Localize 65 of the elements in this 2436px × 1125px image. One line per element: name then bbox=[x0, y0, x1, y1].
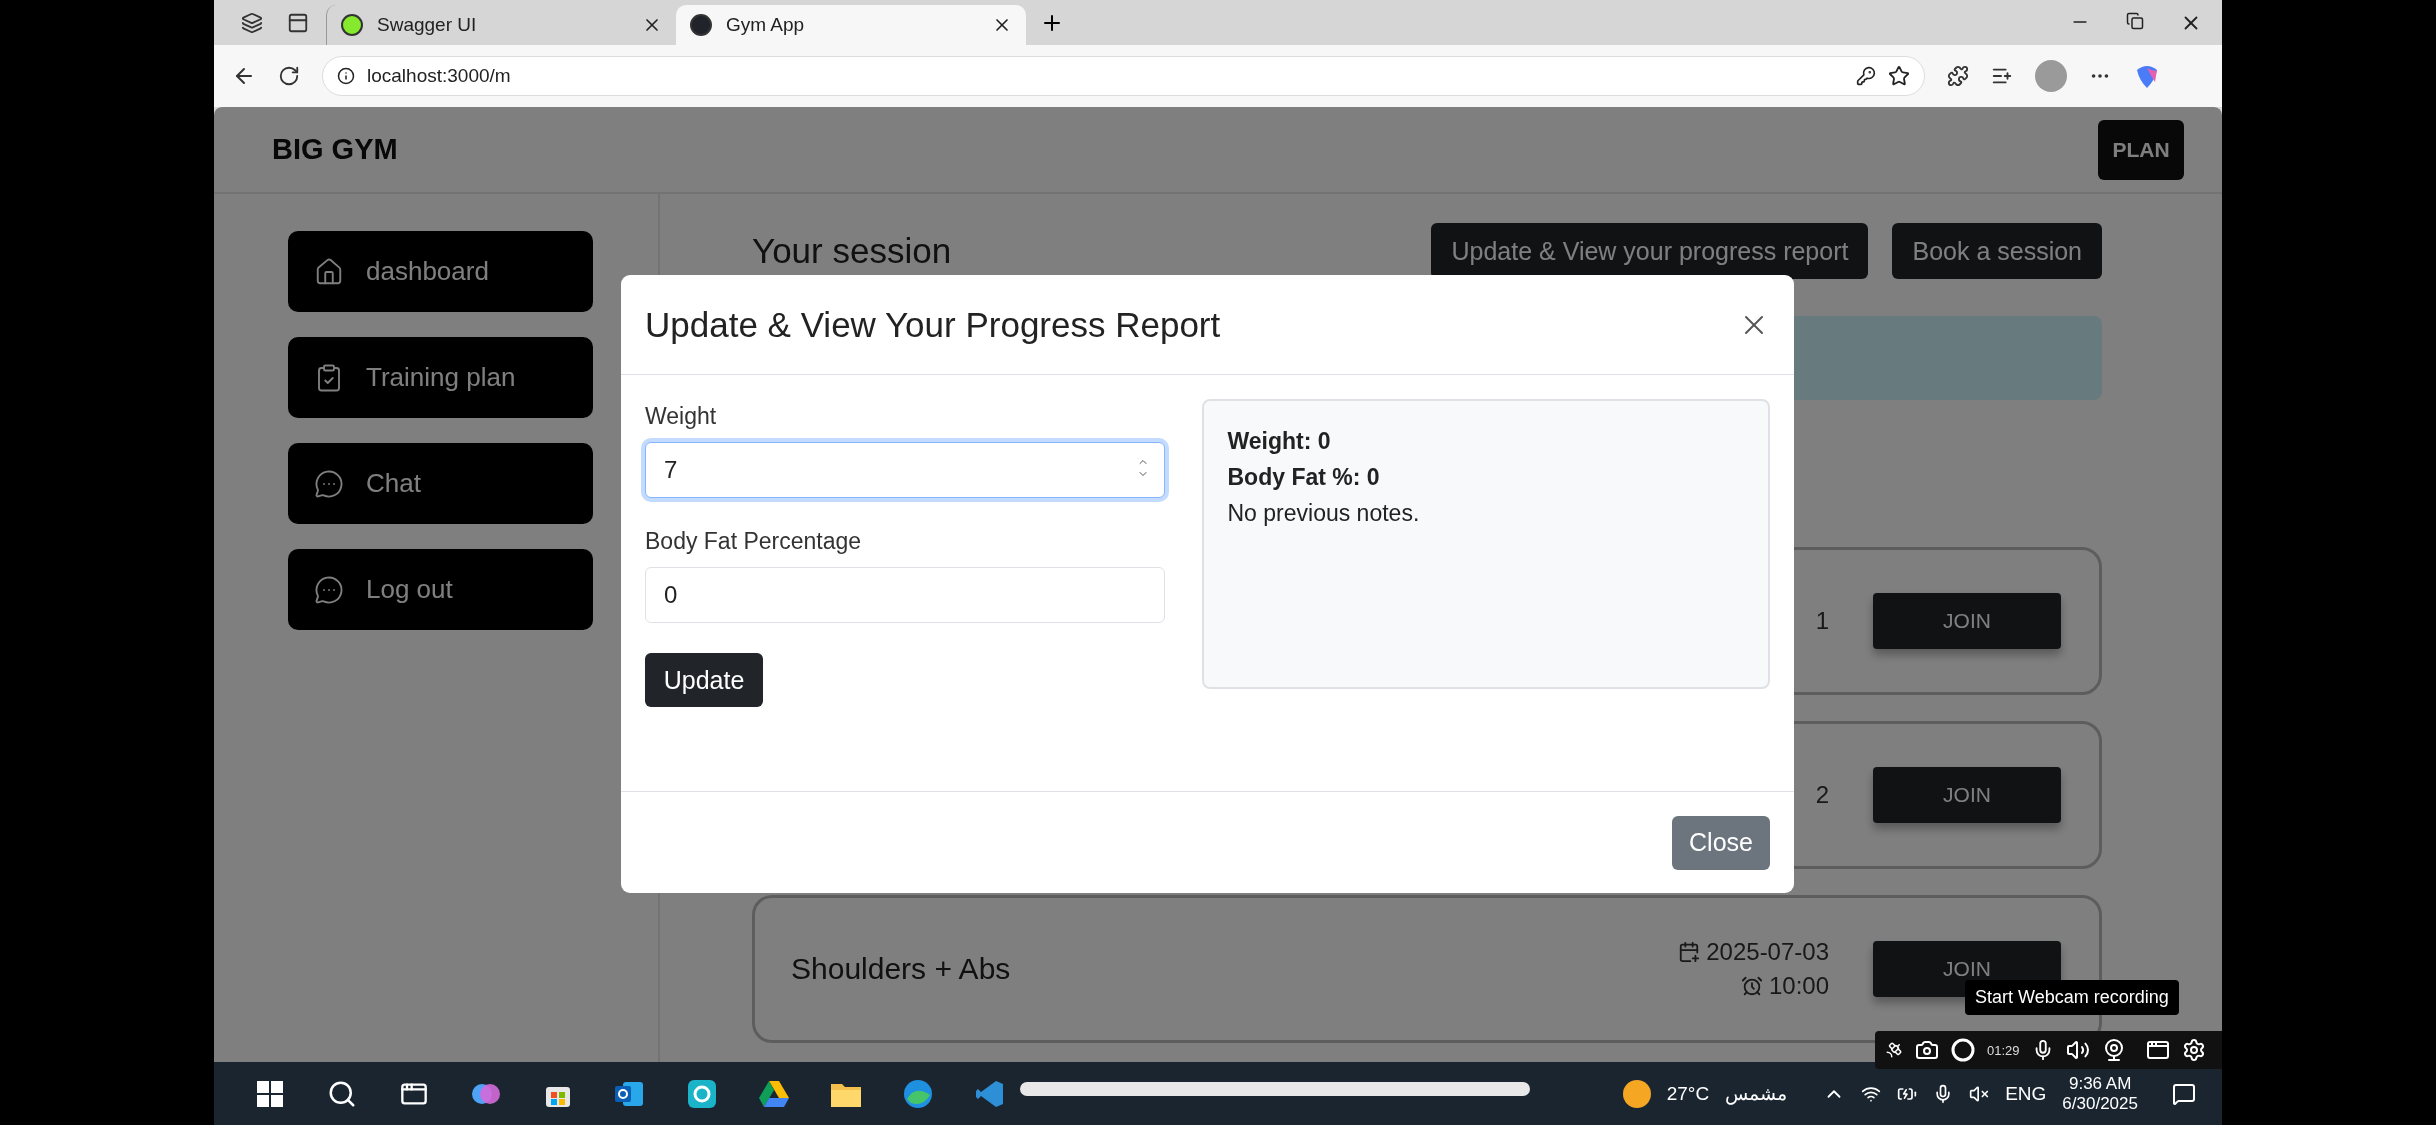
close-button[interactable]: Close bbox=[1672, 815, 1770, 870]
notification-icon[interactable] bbox=[2172, 1081, 2196, 1106]
session-time: 10:00 bbox=[1740, 972, 1829, 1000]
action-button[interactable]: Update & View your progress report bbox=[1431, 223, 1869, 279]
record-icon[interactable] bbox=[1951, 1038, 1975, 1062]
field-label: Body Fat Percentage bbox=[645, 528, 863, 555]
star-icon[interactable] bbox=[1888, 65, 1910, 87]
code-editor-icon[interactable] bbox=[976, 1079, 1004, 1108]
temperature: 27°C bbox=[1666, 1082, 1710, 1105]
chat-bubble-icon bbox=[314, 468, 344, 499]
restore-icon[interactable] bbox=[2126, 11, 2144, 30]
session-date: 2 bbox=[1815, 781, 1829, 809]
number-field[interactable]: 7 bbox=[645, 442, 1165, 498]
number-field[interactable]: 0 bbox=[645, 567, 1165, 623]
clock-time[interactable]: 9:36 AM bbox=[2069, 1073, 2132, 1094]
calendar-icon bbox=[1678, 941, 1701, 963]
speaker-icon[interactable] bbox=[2065, 1038, 2090, 1062]
browser-icon[interactable] bbox=[903, 1078, 933, 1109]
action-button[interactable]: Book a session bbox=[1892, 223, 2102, 279]
browser-tab[interactable]: Gym App bbox=[676, 5, 1026, 45]
mail-icon[interactable] bbox=[615, 1079, 645, 1108]
sidebar-item[interactable]: Training plan bbox=[288, 337, 593, 418]
chat-bubble-icon bbox=[314, 574, 344, 605]
site-icon bbox=[341, 14, 363, 36]
workspaces-icon[interactable] bbox=[241, 11, 263, 34]
tab-actions-icon[interactable] bbox=[287, 11, 309, 34]
page-title: Your session bbox=[752, 231, 952, 271]
profile-avatar[interactable] bbox=[2035, 60, 2067, 92]
home-icon bbox=[314, 256, 344, 287]
address-bar[interactable]: localhost:3000/m bbox=[322, 56, 1925, 96]
satellite-icon[interactable] bbox=[1885, 1041, 1903, 1059]
sidebar-item[interactable]: Chat bbox=[288, 443, 593, 524]
muted-speaker-icon[interactable] bbox=[1969, 1083, 1990, 1104]
plan-button[interactable]: PLAN bbox=[2098, 119, 2184, 180]
alarm-clock-icon bbox=[1740, 975, 1763, 997]
key-icon[interactable] bbox=[1856, 66, 1876, 86]
sidebar-item[interactable]: Log out bbox=[288, 549, 593, 630]
session-date: 2025-07-03 bbox=[1678, 938, 1829, 966]
tooltip: Start Webcam recording bbox=[1965, 980, 2179, 1015]
field-label: Weight bbox=[645, 403, 718, 430]
dialog-title: Update & View Your Progress Report bbox=[645, 304, 1221, 345]
brand-title: BIG GYM bbox=[272, 133, 398, 166]
summary-line: No previous notes. bbox=[1227, 499, 1421, 528]
site-icon bbox=[690, 14, 712, 36]
weather-text: مشمس bbox=[1725, 1082, 1788, 1105]
puzzle-icon[interactable] bbox=[1947, 65, 1969, 87]
windows-icon[interactable] bbox=[257, 1080, 283, 1107]
join-button[interactable]: JOIN bbox=[1873, 593, 2061, 649]
join-button[interactable]: JOIN bbox=[1873, 767, 2061, 823]
recording-timer: 01:29 bbox=[1987, 1042, 2020, 1058]
info-icon[interactable] bbox=[337, 67, 355, 85]
reload-icon[interactable] bbox=[278, 65, 300, 87]
app-icon[interactable] bbox=[688, 1079, 716, 1108]
settings-icon[interactable] bbox=[2181, 1038, 2206, 1062]
summary-line: Body Fat %: 0 bbox=[1227, 463, 1381, 492]
summary-line: Weight: 0 bbox=[1227, 427, 1332, 456]
sun-icon bbox=[1622, 1079, 1651, 1108]
update-button[interactable]: Update bbox=[645, 653, 763, 707]
language-indicator[interactable]: ENG bbox=[2005, 1082, 2047, 1105]
clock-date[interactable]: 6/30/2025 bbox=[2062, 1093, 2138, 1114]
window-icon[interactable] bbox=[2145, 1038, 2170, 1062]
sidebar-item[interactable]: dashboard bbox=[288, 231, 593, 312]
camera-icon[interactable] bbox=[1915, 1038, 1939, 1062]
triangle-icon[interactable] bbox=[759, 1080, 789, 1107]
session-date: 1 bbox=[1815, 607, 1829, 635]
